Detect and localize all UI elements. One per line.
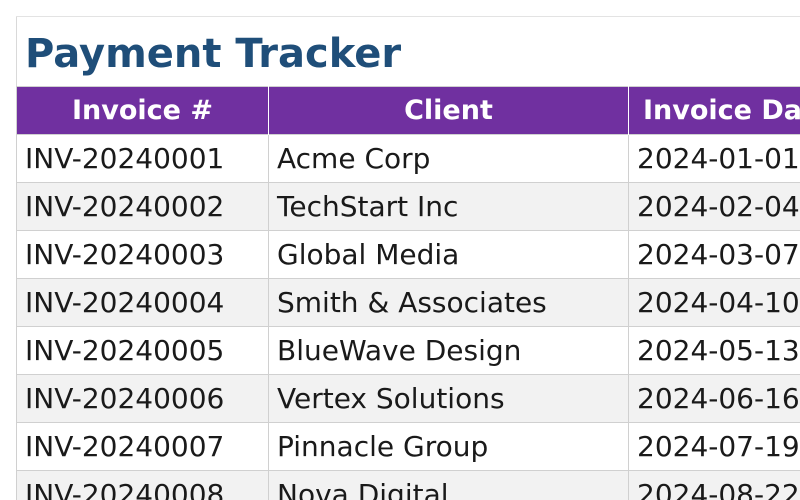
header-invoice-date[interactable]: Invoice Da <box>628 86 800 135</box>
invoice-number-cell[interactable]: INV-20240004 <box>16 278 269 327</box>
client-cell[interactable]: Global Media <box>268 230 629 279</box>
client-cell[interactable]: Acme Corp <box>268 134 629 183</box>
table-row: INV-20240008 Nova Digital 2024-08-22 <box>16 470 800 500</box>
invoice-number-cell[interactable]: INV-20240001 <box>16 134 269 183</box>
client-cell[interactable]: Smith & Associates <box>268 278 629 327</box>
table-row: INV-20240004 Smith & Associates 2024-04-… <box>16 278 800 327</box>
client-cell[interactable]: Nova Digital <box>268 470 629 500</box>
invoice-number-cell[interactable]: INV-20240002 <box>16 182 269 231</box>
invoice-number-cell[interactable]: INV-20240007 <box>16 422 269 471</box>
client-cell[interactable]: BlueWave Design <box>268 326 629 375</box>
sheet-top-border <box>16 16 800 17</box>
client-cell[interactable]: Vertex Solutions <box>268 374 629 423</box>
table-row: INV-20240002 TechStart Inc 2024-02-04 <box>16 182 800 231</box>
header-invoice-number[interactable]: Invoice # <box>16 86 269 135</box>
spreadsheet-view: Payment Tracker Invoice # Client Invoice… <box>0 0 800 500</box>
invoice-date-cell[interactable]: 2024-05-13 <box>628 326 800 375</box>
invoice-number-cell[interactable]: INV-20240008 <box>16 470 269 500</box>
header-client[interactable]: Client <box>268 86 629 135</box>
invoice-number-cell[interactable]: INV-20240005 <box>16 326 269 375</box>
client-cell[interactable]: TechStart Inc <box>268 182 629 231</box>
table-row: INV-20240001 Acme Corp 2024-01-01 <box>16 134 800 183</box>
sheet-title[interactable]: Payment Tracker <box>25 27 401 81</box>
invoice-date-cell[interactable]: 2024-01-01 <box>628 134 800 183</box>
table-row: INV-20240005 BlueWave Design 2024-05-13 <box>16 326 800 375</box>
invoice-number-cell[interactable]: INV-20240003 <box>16 230 269 279</box>
table-row: INV-20240006 Vertex Solutions 2024-06-16 <box>16 374 800 423</box>
client-cell[interactable]: Pinnacle Group <box>268 422 629 471</box>
header-row: Invoice # Client Invoice Da <box>16 86 800 135</box>
invoice-date-cell[interactable]: 2024-02-04 <box>628 182 800 231</box>
invoice-number-cell[interactable]: INV-20240006 <box>16 374 269 423</box>
table-row: INV-20240003 Global Media 2024-03-07 <box>16 230 800 279</box>
invoice-date-cell[interactable]: 2024-04-10 <box>628 278 800 327</box>
invoice-date-cell[interactable]: 2024-06-16 <box>628 374 800 423</box>
invoice-date-cell[interactable]: 2024-03-07 <box>628 230 800 279</box>
payment-table: Invoice # Client Invoice Da INV-20240001… <box>16 86 800 500</box>
table-row: INV-20240007 Pinnacle Group 2024-07-19 <box>16 422 800 471</box>
invoice-date-cell[interactable]: 2024-07-19 <box>628 422 800 471</box>
invoice-date-cell[interactable]: 2024-08-22 <box>628 470 800 500</box>
